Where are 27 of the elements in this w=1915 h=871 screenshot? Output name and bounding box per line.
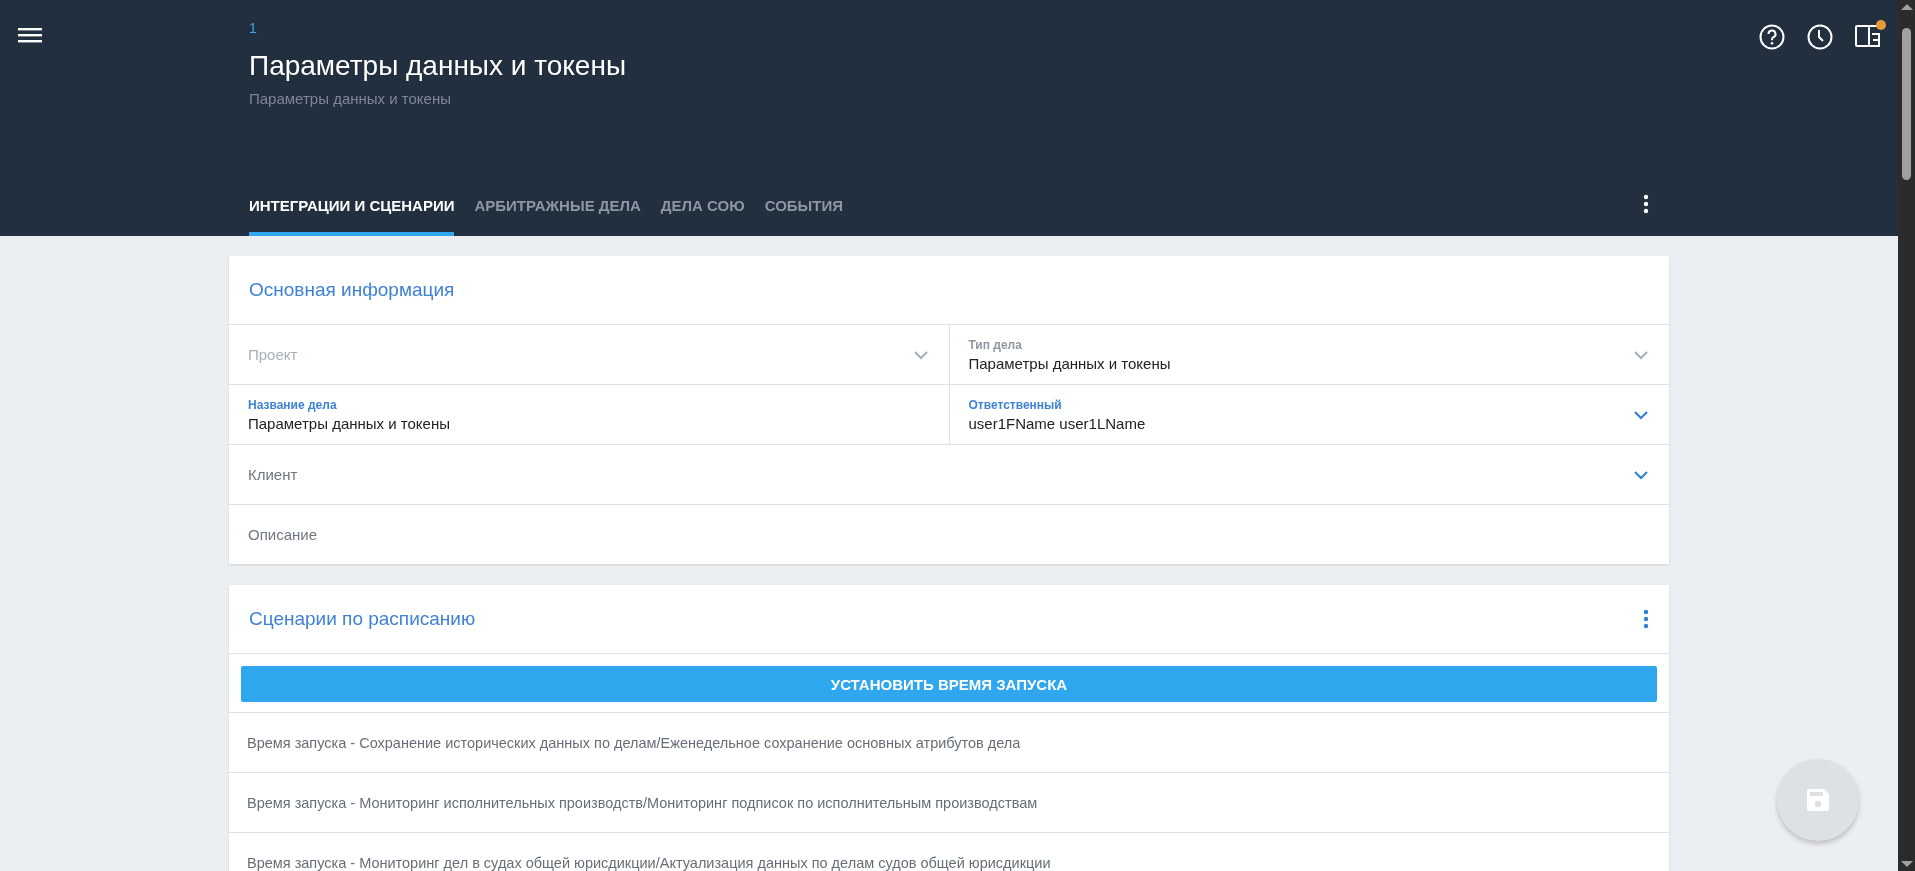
- scroll-up-icon[interactable]: [1900, 4, 1913, 10]
- tab[interactable]: ИНТЕГРАЦИИ И СЦЕНАРИИ: [249, 197, 455, 236]
- tab[interactable]: СОБЫТИЯ: [764, 197, 843, 236]
- clock-icon[interactable]: [1807, 24, 1833, 50]
- scenario-item[interactable]: Время запуска - Мониторинг исполнительных производств/Мониторинг подписок по исполнительным производствам: [247, 794, 1038, 811]
- scenario-item[interactable]: Время запуска - Сохранение исторических данных по делам/Еженедельное сохранение основных атрибутов дела: [247, 734, 1021, 751]
- chevron-down-icon[interactable]: [1633, 409, 1649, 420]
- set-start-time-button[interactable]: УСТАНОВИТЬ ВРЕМЯ ЗАПУСКА: [241, 666, 1657, 702]
- input-field[interactable]: Описание: [229, 505, 1669, 564]
- select-field[interactable]: Клиент: [229, 445, 1669, 504]
- select-field[interactable]: Ответственный user1FName user1LName: [948, 385, 1669, 444]
- scroll-down-icon[interactable]: [1900, 861, 1913, 867]
- tab[interactable]: ДЕЛА СОЮ: [660, 197, 745, 236]
- section-title: Сценарии по расписанию: [249, 608, 476, 630]
- chevron-down-icon[interactable]: [1633, 469, 1649, 480]
- section-title: Основная информация: [249, 279, 455, 301]
- page-subtitle: Параметры данных и токены: [249, 90, 451, 107]
- tab[interactable]: АРБИТРАЖНЫЕ ДЕЛА: [474, 197, 641, 236]
- help-icon[interactable]: [1759, 24, 1785, 50]
- record-number: 1: [249, 20, 257, 36]
- scrollbar-thumb[interactable]: [1902, 28, 1911, 180]
- input-field[interactable]: Название дела Параметры данных и токены: [229, 385, 949, 444]
- panel-icon[interactable]: [1855, 24, 1881, 48]
- more-options-icon[interactable]: [1643, 194, 1649, 214]
- menu-icon[interactable]: [18, 26, 42, 44]
- scenario-item[interactable]: Время запуска - Мониторинг дел в судах общей юрисдикции/Актуализация данных по делам судов общей юрисдикции: [247, 854, 1051, 871]
- page-title: Параметры данных и токены: [249, 50, 626, 82]
